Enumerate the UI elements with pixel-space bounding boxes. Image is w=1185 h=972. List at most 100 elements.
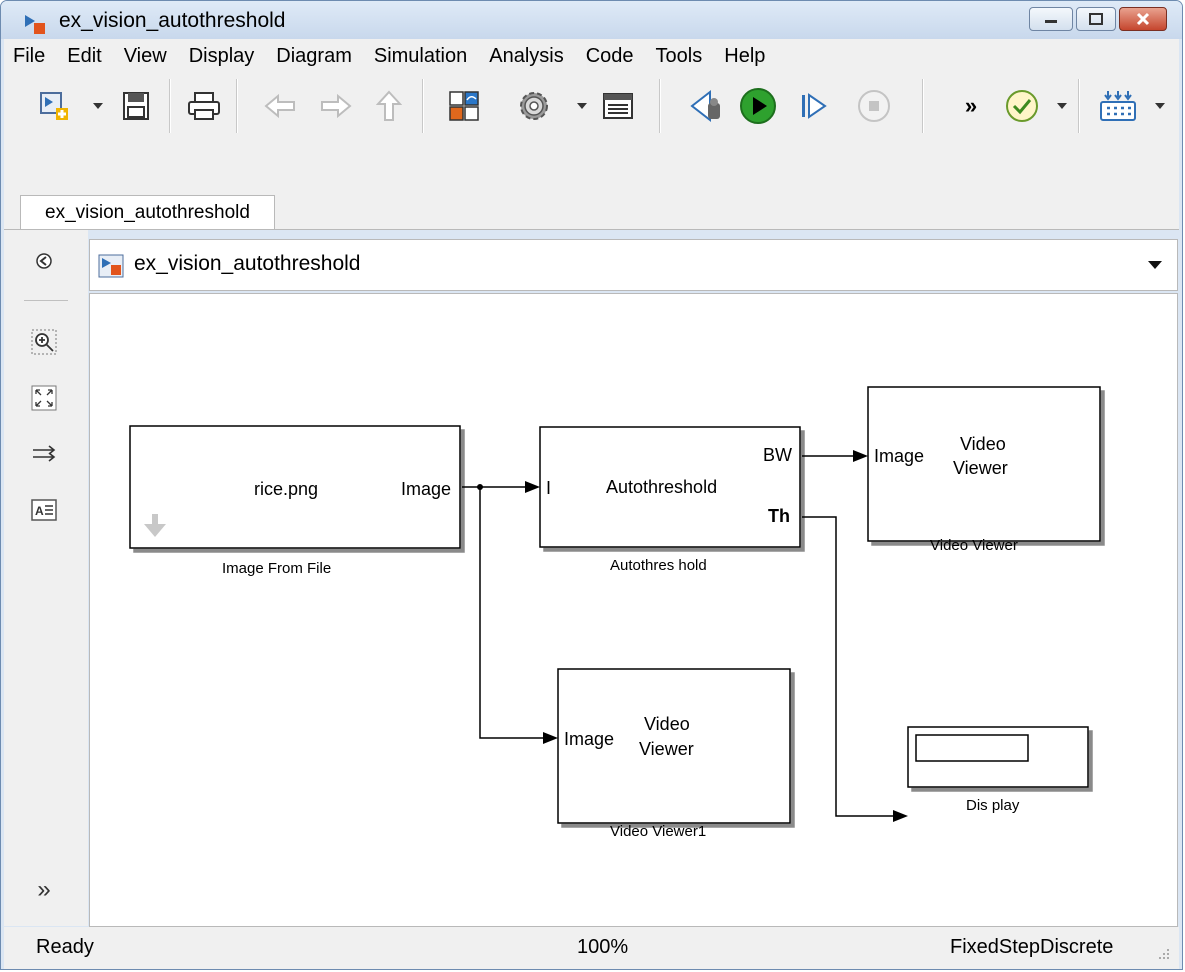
diagram-canvas[interactable]: rice.png Image Image From File I Autothr… xyxy=(89,293,1178,927)
more-tools-button[interactable]: » xyxy=(959,81,983,131)
new-model-icon xyxy=(40,92,68,120)
block-name: Video Viewer xyxy=(930,537,1018,554)
block-display[interactable]: Dis play xyxy=(907,726,1089,814)
route-lines-button[interactable] xyxy=(30,440,58,468)
minimize-button[interactable] xyxy=(1029,7,1073,31)
block-diagram: rice.png Image Image From File I Autothr… xyxy=(129,386,1101,840)
new-model-dropdown[interactable] xyxy=(90,81,106,131)
fit-to-view-button[interactable] xyxy=(30,384,58,412)
toolbar: » xyxy=(4,73,1179,193)
menu-file[interactable]: File xyxy=(4,45,56,68)
block-video-viewer[interactable]: Image Video Viewer Video Viewer xyxy=(867,386,1101,554)
build-dropdown[interactable] xyxy=(1152,81,1168,131)
menu-display[interactable]: Display xyxy=(178,45,266,68)
stop-button[interactable] xyxy=(854,81,894,131)
menu-analysis[interactable]: Analysis xyxy=(478,45,574,68)
model-settings-button[interactable] xyxy=(514,81,554,131)
arrowhead xyxy=(525,481,540,493)
build-button[interactable] xyxy=(1096,81,1140,131)
model-advisor-button[interactable] xyxy=(1002,81,1042,131)
model-explorer-button[interactable] xyxy=(598,81,638,131)
window-title: ex_vision_autothreshold xyxy=(59,9,286,32)
step-back-icon xyxy=(690,89,720,123)
chevron-down-icon[interactable] xyxy=(1147,260,1163,270)
maximize-icon xyxy=(1089,13,1103,25)
block-image-from-file[interactable]: rice.png Image Image From File xyxy=(129,425,461,577)
menu-tools[interactable]: Tools xyxy=(645,45,714,68)
annotation-button[interactable]: A xyxy=(30,496,58,524)
library-browser-icon xyxy=(449,91,479,121)
arrowhead xyxy=(853,450,868,462)
arrowhead xyxy=(543,732,558,744)
chevron-down-icon xyxy=(1155,103,1165,109)
zoom-button[interactable] xyxy=(30,328,58,356)
signal-line[interactable] xyxy=(479,487,544,739)
tab-model[interactable]: ex_vision_autothreshold xyxy=(20,195,275,229)
new-model-button[interactable] xyxy=(34,81,74,131)
address-bar[interactable]: ex_vision_autothreshold xyxy=(89,239,1178,291)
hide-browser-button[interactable] xyxy=(30,247,58,275)
collapse-left-icon xyxy=(36,253,52,269)
block-autothreshold[interactable]: I Autothreshold BW Th Autothres hold xyxy=(539,426,801,574)
block-content: Video xyxy=(644,714,690,734)
menu-help[interactable]: Help xyxy=(713,45,776,68)
model-settings-icon xyxy=(520,92,548,120)
print-button[interactable] xyxy=(184,81,224,131)
block-name: Video Viewer1 xyxy=(610,823,706,840)
svg-text:A: A xyxy=(35,504,44,518)
model-advisor-dropdown[interactable] xyxy=(1054,81,1070,131)
model-settings-dropdown[interactable] xyxy=(574,81,590,131)
menu-view[interactable]: View xyxy=(113,45,178,68)
menu-code[interactable]: Code xyxy=(575,45,645,68)
arrowhead xyxy=(893,810,908,822)
save-button[interactable] xyxy=(116,81,156,131)
simulink-model-icon xyxy=(25,15,45,34)
status-bar: Ready 100% FixedStepDiscrete xyxy=(4,927,1179,969)
port-label-in: Image xyxy=(874,446,924,466)
resize-grip-icon[interactable] xyxy=(1157,947,1171,961)
back-button[interactable] xyxy=(260,81,300,131)
menu-edit[interactable]: Edit xyxy=(56,45,112,68)
forward-button[interactable] xyxy=(316,81,356,131)
block-content: Viewer xyxy=(953,458,1008,478)
status-text: Ready xyxy=(36,936,94,958)
signal-line[interactable] xyxy=(802,516,894,817)
stop-icon xyxy=(858,90,890,122)
menu-simulation[interactable]: Simulation xyxy=(363,45,478,68)
block-name: Dis play xyxy=(966,797,1020,814)
print-icon xyxy=(188,92,220,120)
address-path: ex_vision_autothreshold xyxy=(134,252,361,275)
expand-palette-button[interactable]: » xyxy=(30,876,58,904)
block-content: Viewer xyxy=(639,739,694,759)
solver-name[interactable]: FixedStepDiscrete xyxy=(950,936,1113,959)
build-icon xyxy=(1100,91,1136,121)
zoom-level: 100% xyxy=(577,936,629,958)
chevron-down-icon xyxy=(1057,103,1067,109)
zoom-in-icon xyxy=(31,329,57,355)
display-readout xyxy=(915,734,1029,762)
maximize-button[interactable] xyxy=(1076,7,1116,31)
run-button[interactable] xyxy=(736,81,780,131)
model-advisor-icon xyxy=(1006,90,1038,122)
branch-point xyxy=(477,484,483,490)
block-content: Video xyxy=(960,434,1006,454)
port-label-in: I xyxy=(546,478,551,498)
title-bar: ex_vision_autothreshold xyxy=(1,1,1182,39)
close-button[interactable] xyxy=(1119,7,1167,31)
library-browser-button[interactable] xyxy=(444,81,484,131)
block-content: Autothreshold xyxy=(606,477,717,497)
block-content: rice.png xyxy=(254,479,318,499)
route-lines-icon xyxy=(33,445,56,462)
port-label-out: Image xyxy=(401,479,451,499)
left-palette: A » xyxy=(4,230,88,926)
block-name: Autothres hold xyxy=(610,557,707,574)
block-video-viewer1[interactable]: Image Video Viewer Video Viewer1 xyxy=(557,668,791,840)
up-button[interactable] xyxy=(369,81,409,131)
step-back-button[interactable] xyxy=(686,81,730,131)
tab-strip: ex_vision_autothreshold xyxy=(4,191,1179,230)
simulink-window: ex_vision_autothreshold File Edit View D… xyxy=(0,0,1183,970)
block-name: Image From File xyxy=(222,560,331,577)
step-forward-button[interactable] xyxy=(794,81,834,131)
menu-diagram[interactable]: Diagram xyxy=(265,45,363,68)
port-label-th: Th xyxy=(768,506,790,526)
